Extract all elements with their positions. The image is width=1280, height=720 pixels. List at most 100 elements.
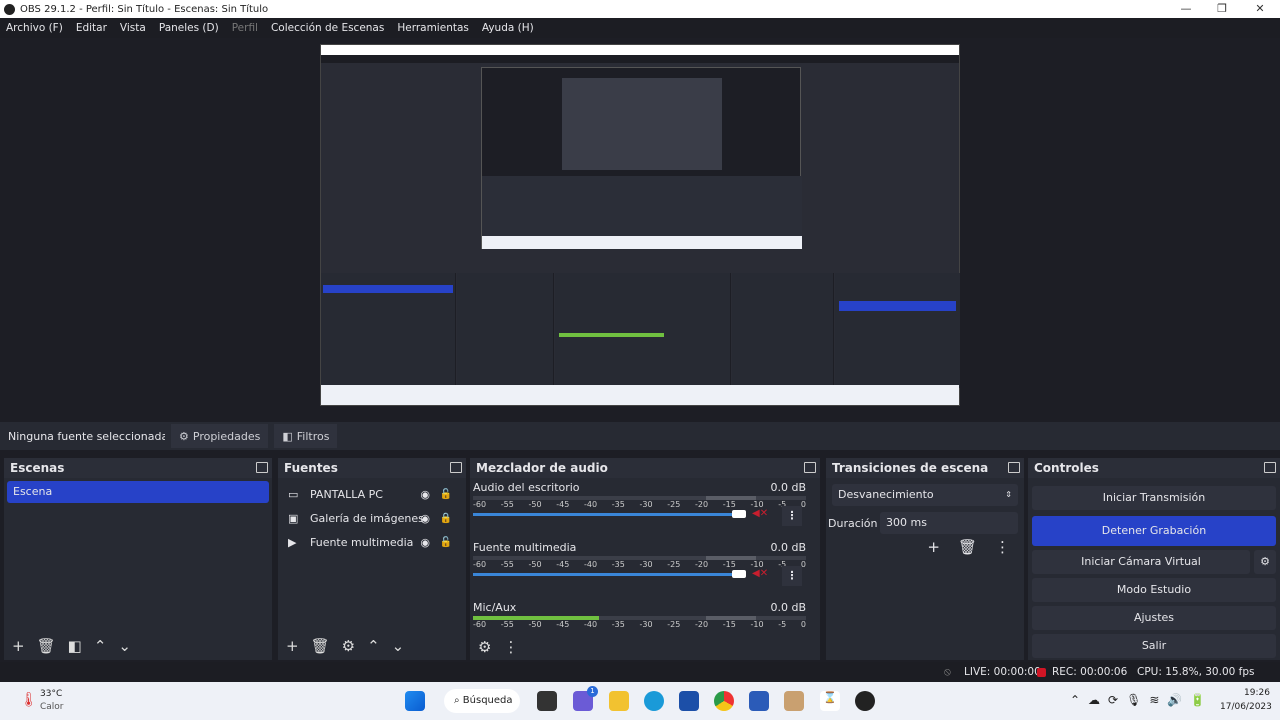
channel-db: 0.0 dB bbox=[770, 481, 806, 494]
obs-logo-icon bbox=[4, 3, 15, 15]
menu-editar[interactable]: Editar bbox=[76, 22, 107, 34]
close-button[interactable]: ✕ bbox=[1242, 0, 1278, 18]
maximize-button[interactable]: ❐ bbox=[1204, 0, 1240, 18]
nested-preview bbox=[481, 67, 802, 249]
store-icon[interactable] bbox=[679, 691, 699, 711]
source-toolbar: Ninguna fuente seleccionada ⚙ Propiedades… bbox=[0, 422, 1280, 450]
word-icon[interactable] bbox=[749, 691, 769, 711]
volume-slider-handle[interactable] bbox=[732, 510, 746, 518]
unlock-icon[interactable]: 🔓 bbox=[440, 489, 452, 500]
add-icon[interactable]: + bbox=[286, 637, 299, 655]
tick-label: 0 bbox=[800, 620, 806, 629]
undock-icon[interactable] bbox=[1264, 462, 1276, 473]
tray-icons[interactable]: ⌃☁⟳🎙≋🔊🔋 bbox=[1070, 693, 1213, 707]
obs-taskbar-icon[interactable] bbox=[855, 691, 875, 711]
preview-canvas[interactable] bbox=[320, 44, 961, 406]
eye-icon[interactable]: ◉ bbox=[420, 512, 430, 525]
properties-button[interactable]: ⚙ Propiedades bbox=[171, 424, 269, 448]
source-name: Galería de imágenes bbox=[310, 511, 424, 525]
source-item[interactable]: ▶ Fuente multimedia ◉ 🔓 bbox=[278, 530, 466, 554]
duration-input[interactable]: 300 ms bbox=[880, 512, 1018, 534]
tick-label: -40 bbox=[584, 500, 598, 509]
chevron-up-icon[interactable]: ⌃ bbox=[367, 637, 380, 655]
properties-label: Propiedades bbox=[192, 429, 261, 443]
volume-slider[interactable] bbox=[473, 513, 741, 516]
chevron-down-icon[interactable]: ⌄ bbox=[392, 637, 405, 655]
menu-ayuda[interactable]: Ayuda (H) bbox=[482, 22, 534, 34]
transition-select[interactable]: Desvanecimiento ⇕ bbox=[832, 484, 1018, 506]
edge-icon[interactable] bbox=[644, 691, 664, 711]
menu-coleccion[interactable]: Colección de Escenas bbox=[271, 22, 384, 34]
tick-label: -50 bbox=[528, 500, 542, 509]
mixer-title: Mezclador de audio bbox=[476, 461, 608, 475]
filters-button[interactable]: ◧ Filtros bbox=[274, 424, 338, 448]
eye-icon[interactable]: ◉ bbox=[420, 536, 430, 549]
windows-start-icon[interactable] bbox=[405, 691, 425, 711]
menu-archivo[interactable]: Archivo (F) bbox=[6, 22, 63, 34]
tick-label: -35 bbox=[611, 560, 625, 569]
menu-perfil[interactable]: Perfil bbox=[232, 22, 258, 34]
kebab-menu-icon[interactable]: ⋮ bbox=[995, 538, 1010, 556]
muted-speaker-icon[interactable]: ◀✕ bbox=[752, 508, 768, 519]
add-icon[interactable]: + bbox=[12, 637, 25, 655]
kebab-menu-icon[interactable]: ⋮ bbox=[503, 638, 518, 656]
duration-value: 300 ms bbox=[886, 516, 927, 529]
trash-icon[interactable]: 🗑 bbox=[958, 538, 977, 556]
source-item[interactable]: ▭ PANTALLA PC ◉ 🔓 bbox=[278, 482, 466, 506]
task-view-icon[interactable] bbox=[537, 691, 557, 711]
gear-icon[interactable]: ⚙ bbox=[342, 637, 355, 655]
volume-slider[interactable] bbox=[473, 573, 741, 576]
chevron-down-icon[interactable]: ⌄ bbox=[118, 637, 131, 655]
cpu-fps: CPU: 15.8%, 30.00 fps bbox=[1137, 666, 1255, 678]
tick-label: -35 bbox=[611, 620, 625, 629]
chrome-icon[interactable] bbox=[714, 691, 734, 711]
search-box[interactable]: ⌕ Búsqueda bbox=[444, 689, 520, 713]
filter-icon[interactable]: ◧ bbox=[68, 637, 82, 655]
thermometer-icon: 🌡 bbox=[20, 692, 38, 708]
source-item[interactable]: ▣ Galería de imágenes ◉ 🔒 bbox=[278, 506, 466, 530]
tick-label: -10 bbox=[750, 620, 764, 629]
minimize-button[interactable]: — bbox=[1168, 0, 1204, 18]
capcut-icon[interactable]: ⌛ bbox=[820, 691, 840, 711]
virtual-camera-button[interactable]: Iniciar Cámara Virtual bbox=[1032, 550, 1250, 574]
clock-time[interactable]: 19:26 bbox=[1244, 688, 1270, 698]
stop-recording-button[interactable]: Detener Grabación bbox=[1032, 516, 1276, 546]
file-explorer-icon[interactable] bbox=[609, 691, 629, 711]
kebab-menu-icon[interactable]: ⋮ bbox=[782, 566, 802, 586]
chevron-up-icon[interactable]: ⌃ bbox=[94, 637, 107, 655]
menu-paneles[interactable]: Paneles (D) bbox=[159, 22, 219, 34]
slideshow-icon: ▣ bbox=[288, 511, 299, 525]
trash-icon[interactable]: 🗑 bbox=[37, 637, 56, 655]
undock-icon[interactable] bbox=[256, 462, 268, 473]
undock-icon[interactable] bbox=[1008, 462, 1020, 473]
eye-icon[interactable]: ◉ bbox=[420, 488, 430, 501]
scene-item[interactable]: Escena bbox=[7, 481, 269, 503]
settings-button[interactable]: Ajustes bbox=[1032, 606, 1276, 630]
advanced-audio-gear-icon[interactable]: ⚙ bbox=[478, 638, 491, 656]
status-bar: ⦸ LIVE: 00:00:00 REC: 00:00:06 CPU: 15.8… bbox=[0, 662, 1280, 682]
monitor-icon: ▭ bbox=[288, 487, 299, 501]
kebab-menu-icon[interactable]: ⋮ bbox=[782, 506, 802, 526]
undock-icon[interactable] bbox=[450, 462, 462, 473]
gear-icon: ⚙ bbox=[179, 429, 189, 443]
volume-slider-handle[interactable] bbox=[732, 570, 746, 578]
weather[interactable]: Calor bbox=[40, 702, 64, 712]
undock-icon[interactable] bbox=[804, 462, 816, 473]
trash-icon[interactable]: 🗑 bbox=[311, 637, 330, 655]
menu-herramientas[interactable]: Herramientas bbox=[397, 22, 469, 34]
app-icon[interactable] bbox=[784, 691, 804, 711]
tick-label: -15 bbox=[722, 620, 736, 629]
muted-speaker-icon[interactable]: ◀✕ bbox=[752, 568, 768, 579]
lock-icon[interactable]: 🔒 bbox=[440, 513, 452, 524]
studio-mode-button[interactable]: Modo Estudio bbox=[1032, 578, 1276, 602]
unlock-icon[interactable]: 🔓 bbox=[440, 537, 452, 548]
add-icon[interactable]: + bbox=[927, 538, 940, 556]
menu-vista[interactable]: Vista bbox=[120, 22, 146, 34]
exit-button[interactable]: Salir bbox=[1032, 634, 1276, 658]
virtual-camera-gear-icon[interactable]: ⚙ bbox=[1254, 550, 1276, 574]
tick-label: -50 bbox=[528, 620, 542, 629]
clock-date[interactable]: 17/06/2023 bbox=[1220, 702, 1272, 712]
play-icon: ▶ bbox=[288, 535, 297, 549]
tick-label: -45 bbox=[556, 500, 570, 509]
start-stream-button[interactable]: Iniciar Transmisión bbox=[1032, 486, 1276, 510]
